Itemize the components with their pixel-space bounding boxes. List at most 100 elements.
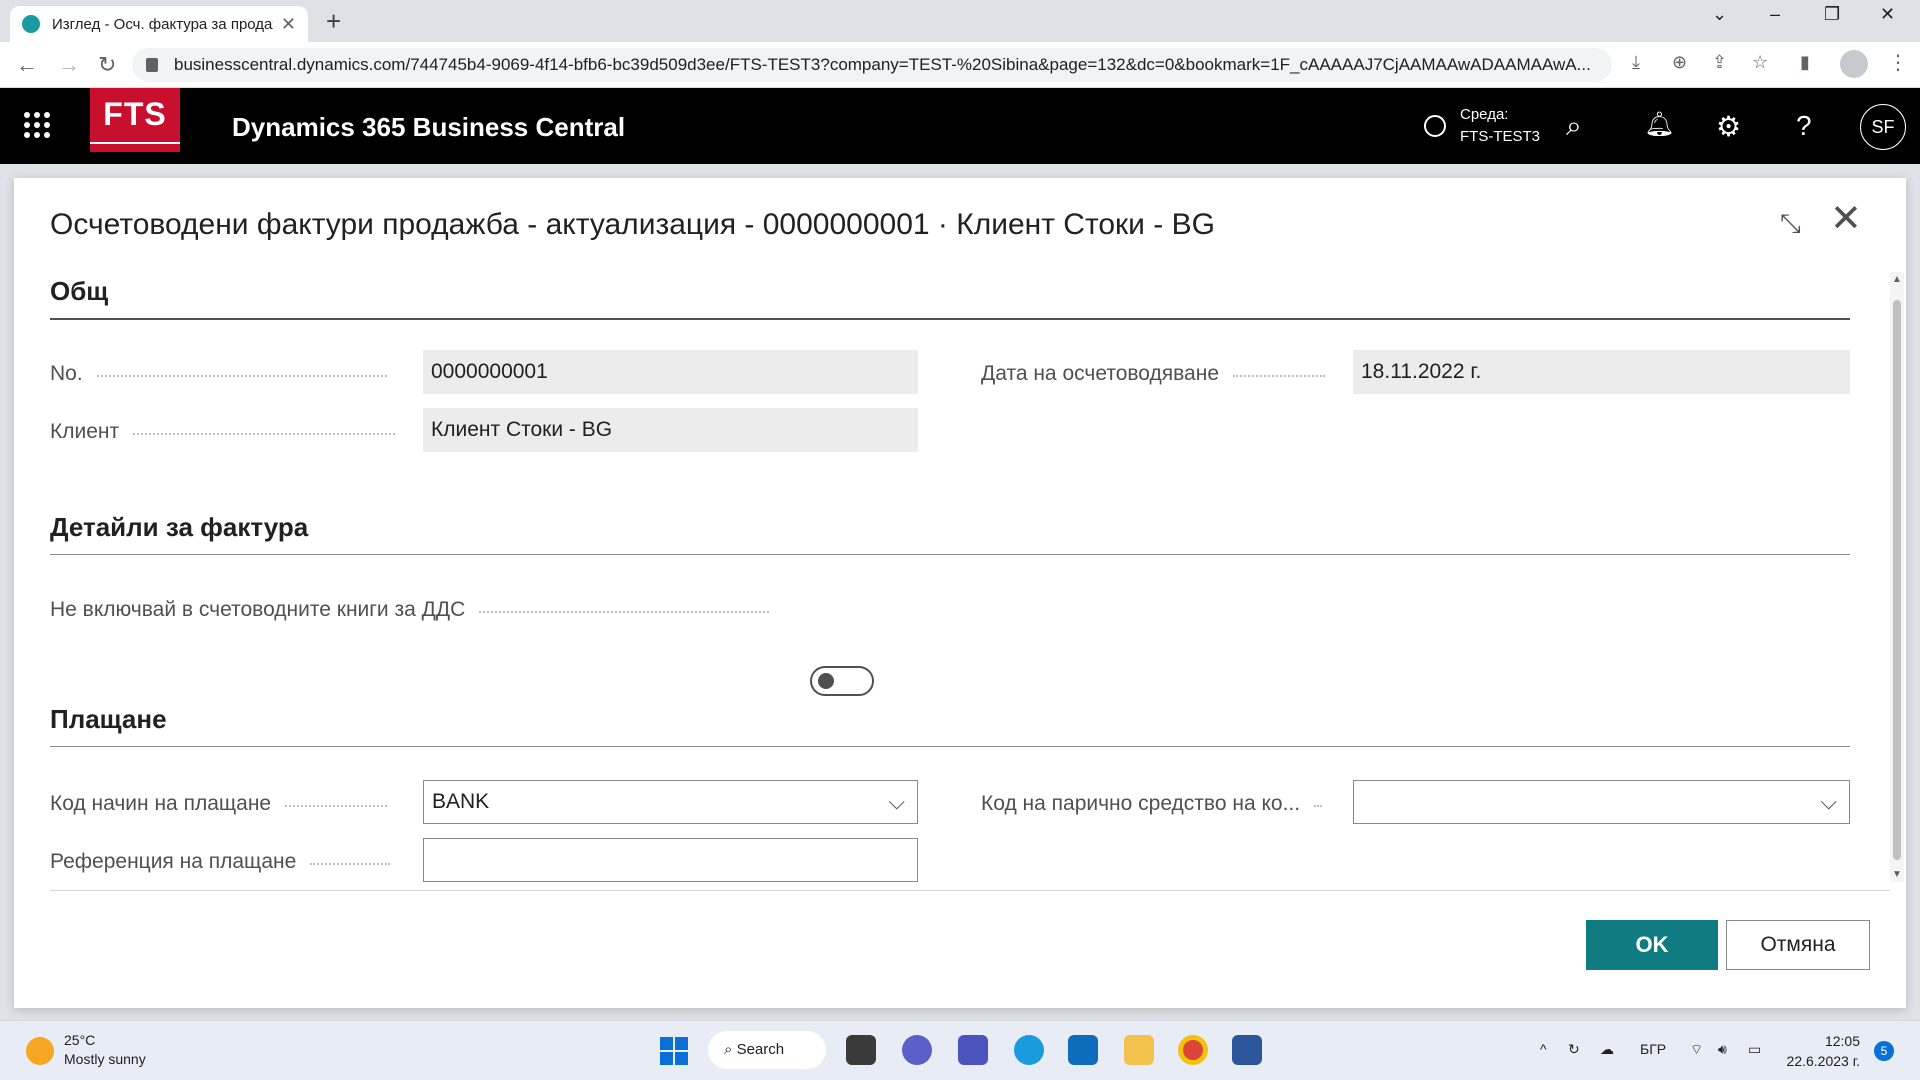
- notifications-bell-icon[interactable]: 🔔︎: [1644, 110, 1674, 139]
- app-launcher-icon[interactable]: [24, 112, 50, 138]
- bc-favicon-icon: [22, 15, 40, 33]
- clock-time: 12:05: [1824, 1033, 1860, 1049]
- customer-label: Клиент: [50, 420, 396, 444]
- no-label: No.: [50, 362, 387, 386]
- tab-title: Изглед - Осч. фактура за продажба: [52, 15, 273, 33]
- windows-taskbar: 25°C Mostly sunny ⌕ Search ^ ↻ ☁ БГР ⌔ 🔊…: [0, 1020, 1920, 1080]
- app-title[interactable]: Dynamics 365 Business Central: [232, 112, 625, 143]
- posted-invoice-update-dialog: Осчетоводени фактури продажба - актуализ…: [14, 178, 1906, 1008]
- section-divider: [50, 318, 1850, 320]
- bookmark-star-icon[interactable]: ☆: [1752, 52, 1768, 73]
- outlook-icon[interactable]: [1068, 1035, 1098, 1065]
- scroll-down-icon[interactable]: ▼: [1892, 869, 1902, 880]
- wifi-icon[interactable]: ⌔: [1690, 1041, 1703, 1059]
- browser-profile-avatar[interactable]: [1840, 50, 1868, 78]
- payment-reference-input[interactable]: [423, 838, 918, 882]
- word-icon[interactable]: [1232, 1035, 1262, 1065]
- posting-date-field: 18.11.2022 г.: [1353, 350, 1850, 394]
- taskbar-search[interactable]: ⌕ Search: [708, 1031, 826, 1069]
- collapse-icon[interactable]: ⤡: [1780, 208, 1801, 240]
- chat-icon[interactable]: [902, 1035, 932, 1065]
- weather-widget[interactable]: 25°C Mostly sunny: [64, 1031, 146, 1069]
- exclude-vat-label: Не включвай в счетоводните книги за ДДС: [50, 598, 770, 622]
- app-header: FTS Dynamics 365 Business Central Среда:…: [0, 88, 1920, 164]
- file-explorer-icon[interactable]: [1124, 1035, 1154, 1065]
- browser-menu-icon[interactable]: ⋮: [1888, 50, 1908, 75]
- payment-method-value: BANK: [432, 790, 490, 813]
- system-clock[interactable]: 12:05 22.6.2023 г.: [1786, 1031, 1860, 1071]
- start-windows-icon[interactable]: [660, 1037, 688, 1065]
- footer-divider: [50, 890, 1890, 891]
- no-field: 0000000001: [423, 350, 918, 394]
- sync-icon[interactable]: ↻: [1568, 1041, 1580, 1058]
- dialog-title: Осчетоводени фактури продажба - актуализ…: [50, 208, 1215, 241]
- temperature: 25°C: [64, 1032, 96, 1048]
- side-panel-icon[interactable]: ▮: [1800, 52, 1810, 73]
- volume-icon[interactable]: 🔊︎: [1718, 1041, 1727, 1058]
- zoom-icon[interactable]: ⊕: [1672, 52, 1687, 73]
- forward-icon[interactable]: →: [58, 52, 80, 78]
- tab-search-chevron-icon[interactable]: ⌄: [1712, 4, 1727, 25]
- env-label: Среда:: [1460, 106, 1509, 123]
- section-title-payment[interactable]: Плащане: [50, 704, 167, 735]
- cancel-button[interactable]: Отмяна: [1726, 920, 1870, 970]
- clock-date: 22.6.2023 г.: [1786, 1053, 1860, 1069]
- tab-close-icon[interactable]: ✕: [281, 14, 296, 35]
- section-divider: [50, 746, 1850, 747]
- back-icon[interactable]: ←: [16, 52, 38, 78]
- weather-sun-icon[interactable]: [26, 1037, 54, 1065]
- globe-icon: [1424, 115, 1446, 137]
- task-view-icon[interactable]: [846, 1035, 876, 1065]
- fts-logo: FTS: [90, 88, 180, 146]
- battery-icon[interactable]: ▭: [1748, 1041, 1761, 1058]
- section-title-general[interactable]: Общ: [50, 276, 108, 307]
- url-text: businesscentral.dynamics.com/744745b4-90…: [173, 55, 1591, 74]
- ok-button[interactable]: OK: [1586, 920, 1718, 970]
- scrollbar-thumb[interactable]: [1893, 300, 1901, 860]
- exclude-vat-toggle[interactable]: [810, 666, 874, 696]
- edge-icon[interactable]: [1014, 1035, 1044, 1065]
- dialog-scrollbar[interactable]: ▲ ▼: [1890, 272, 1904, 882]
- chevron-down-icon[interactable]: ⌵: [1820, 781, 1837, 823]
- cash-code-label: Код на парично средство на ко...: [981, 792, 1323, 816]
- new-tab-icon[interactable]: +: [326, 6, 341, 37]
- browser-tab[interactable]: Изглед - Осч. фактура за продажба ✕: [10, 6, 308, 42]
- section-title-invoice-details[interactable]: Детайли за фактура: [50, 512, 308, 543]
- url-field[interactable]: businesscentral.dynamics.com/744745b4-90…: [132, 48, 1612, 82]
- dialog-content: Общ No. 0000000001 Клиент Клиент Стоки -…: [14, 272, 1890, 892]
- payment-method-label: Код начин на плащане: [50, 792, 388, 816]
- payment-reference-label: Референция на плащане: [50, 850, 391, 874]
- env-name: FTS-TEST3: [1460, 128, 1541, 145]
- onedrive-cloud-icon[interactable]: ☁: [1600, 1041, 1614, 1058]
- show-hidden-icons-chevron-icon[interactable]: ^: [1540, 1041, 1547, 1057]
- lock-icon: [146, 58, 158, 72]
- user-avatar[interactable]: SF: [1860, 104, 1906, 150]
- notification-badge[interactable]: 5: [1874, 1041, 1894, 1061]
- dialog-close-icon[interactable]: ✕: [1830, 200, 1862, 238]
- minimize-icon[interactable]: –: [1770, 4, 1780, 25]
- chevron-down-icon[interactable]: ⌵: [888, 781, 905, 823]
- taskbar-search-label: Search: [736, 1041, 785, 1058]
- posting-date-label: Дата на осчетоводяване: [981, 362, 1326, 386]
- section-divider: [50, 554, 1850, 555]
- search-icon[interactable]: ⌕: [1566, 110, 1582, 143]
- maximize-icon[interactable]: ❐: [1824, 4, 1840, 25]
- toggle-knob: [818, 673, 834, 689]
- share-icon[interactable]: ⇪: [1712, 52, 1727, 73]
- teams-icon[interactable]: [958, 1035, 988, 1065]
- chrome-icon[interactable]: [1178, 1035, 1208, 1065]
- settings-gear-icon[interactable]: ⚙: [1716, 110, 1741, 143]
- scroll-up-icon[interactable]: ▲: [1892, 274, 1902, 285]
- payment-method-select[interactable]: BANK ⌵: [423, 780, 918, 824]
- logo-stripe: [90, 142, 180, 152]
- install-app-icon[interactable]: ⤓: [1632, 52, 1640, 73]
- weather-condition: Mostly sunny: [64, 1051, 146, 1067]
- cash-code-select[interactable]: ⌵: [1353, 780, 1850, 824]
- browser-tab-bar: Изглед - Осч. фактура за продажба ✕ + ⌄ …: [0, 0, 1920, 42]
- help-icon[interactable]: ?: [1796, 110, 1812, 142]
- reload-icon[interactable]: ↻: [98, 52, 116, 78]
- input-language[interactable]: БГР: [1640, 1041, 1666, 1057]
- customer-field: Клиент Стоки - BG: [423, 408, 918, 452]
- environment-indicator[interactable]: Среда: FTS-TEST3: [1424, 104, 1540, 148]
- window-close-icon[interactable]: ✕: [1880, 4, 1895, 25]
